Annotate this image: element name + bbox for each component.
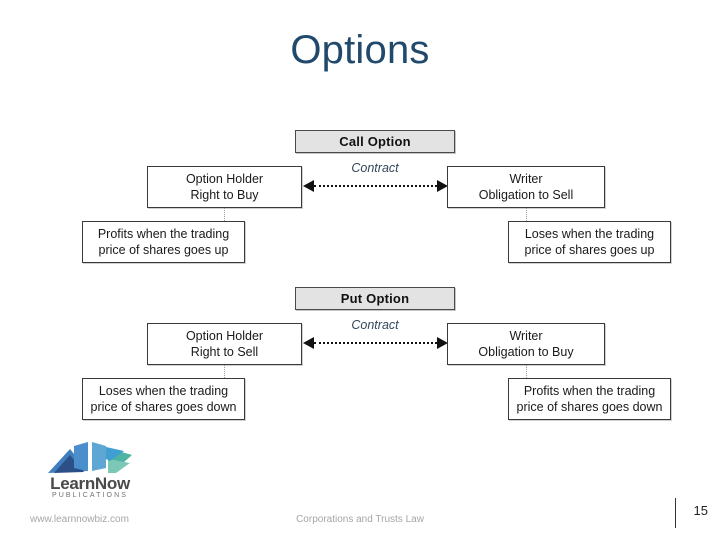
call-option-holder-box: Option Holder Right to Buy bbox=[147, 166, 302, 208]
page-title: Options bbox=[290, 28, 430, 72]
page-number-divider bbox=[675, 498, 676, 528]
learnnow-logo: LearnNow PUBLICATIONS bbox=[38, 441, 142, 499]
put-option-right-connector bbox=[526, 365, 527, 378]
arrow-dotted-line bbox=[314, 342, 437, 344]
call-option-writer-outcome-box: Loses when the trading price of shares g… bbox=[508, 221, 671, 263]
put-option-contract-label: Contract bbox=[351, 318, 399, 332]
open-book-logo-icon bbox=[48, 442, 132, 473]
put-option-contract-arrow bbox=[303, 337, 448, 349]
arrow-dotted-line bbox=[314, 185, 437, 187]
call-option-writer-box: Writer Obligation to Sell bbox=[447, 166, 605, 208]
put-option-holder-box: Option Holder Right to Sell bbox=[147, 323, 302, 365]
call-option-header: Call Option bbox=[295, 130, 455, 153]
arrow-left-head-icon bbox=[303, 337, 314, 349]
call-option-right-connector bbox=[526, 208, 527, 221]
put-option-holder-outcome-box: Loses when the trading price of shares g… bbox=[82, 378, 245, 420]
footer-course-title: Corporations and Trusts Law bbox=[296, 514, 424, 525]
arrow-left-head-icon bbox=[303, 180, 314, 192]
call-option-left-connector bbox=[224, 208, 225, 221]
logo-tagline: PUBLICATIONS bbox=[51, 492, 129, 499]
put-option-left-connector bbox=[224, 365, 225, 378]
slide-canvas: Options Call Option Contract Option Hold… bbox=[0, 0, 720, 540]
call-option-holder-outcome-box: Profits when the trading price of shares… bbox=[82, 221, 245, 263]
logo-wordmark: LearnNow bbox=[50, 474, 130, 493]
call-option-contract-label: Contract bbox=[351, 161, 399, 175]
put-option-header: Put Option bbox=[295, 287, 455, 310]
put-option-writer-outcome-box: Profits when the trading price of shares… bbox=[508, 378, 671, 420]
call-option-contract-arrow bbox=[303, 180, 448, 192]
put-option-writer-box: Writer Obligation to Buy bbox=[447, 323, 605, 365]
page-number: 15 bbox=[693, 503, 708, 518]
